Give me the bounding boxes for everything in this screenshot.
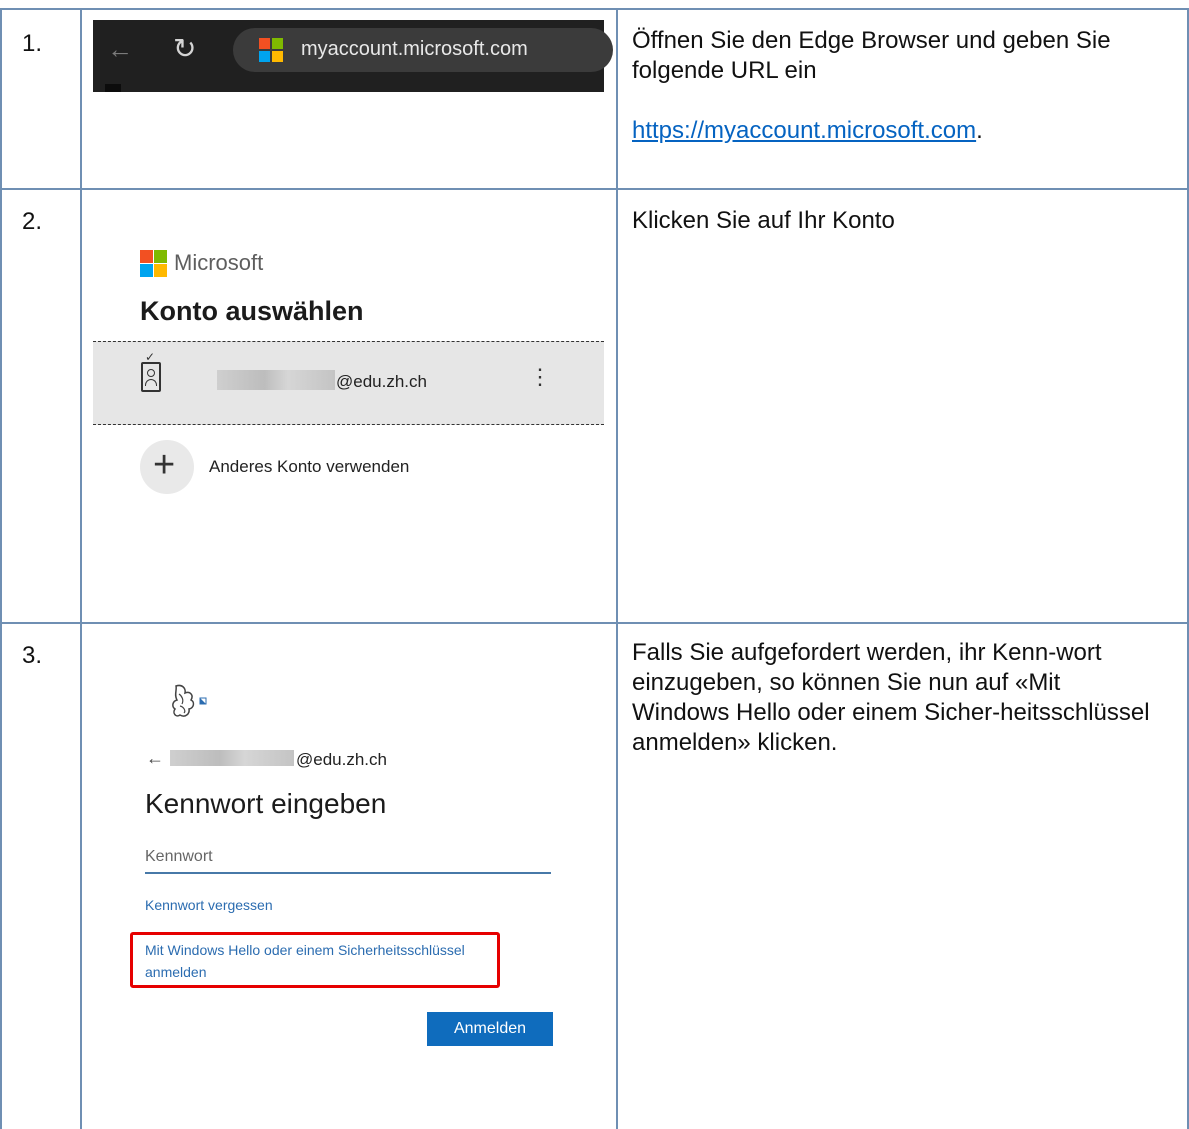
link-suffix: .	[976, 117, 983, 144]
redacted-username	[217, 370, 335, 390]
forgot-password-link[interactable]: Kennwort vergessen	[145, 897, 273, 913]
step-number: 1.	[22, 30, 43, 57]
url-text: myaccount.microsoft.com	[301, 38, 528, 60]
description-text: Klicken Sie auf Ihr Konto	[632, 207, 895, 234]
step-number: 2.	[22, 208, 43, 235]
table-row-divider-2	[0, 622, 1189, 624]
microsoft-logo-icon	[259, 38, 283, 62]
account-badge-icon	[141, 362, 161, 392]
account-email: @edu.zh.ch	[336, 372, 427, 391]
description-text: Falls Sie aufgefordert werden, ihr Kenn-…	[632, 639, 1150, 756]
more-options-icon[interactable]: ⋮	[529, 364, 551, 390]
microsoft-logo-icon	[140, 250, 167, 277]
redacted-username	[170, 750, 294, 766]
description-text: Öffnen Sie den Edge Browser und geben Si…	[632, 27, 1111, 84]
back-arrow-icon: ←	[107, 34, 133, 64]
reload-icon: ↻	[173, 33, 197, 64]
signin-button[interactable]: Anmelden	[427, 1012, 553, 1046]
page-title: Kennwort eingeben	[145, 788, 387, 819]
step-description: Falls Sie aufgefordert werden, ihr Kenn-…	[632, 638, 1152, 758]
step-description: Öffnen Sie den Edge Browser und geben Si…	[632, 26, 1162, 146]
table-row-divider-1	[0, 188, 1189, 190]
table-border-left	[0, 8, 2, 1129]
add-account-button[interactable]: +	[140, 440, 194, 494]
table-border-top	[0, 8, 1189, 10]
browser-address-bar: ← ↻ myaccount.microsoft.com	[93, 20, 613, 92]
microsoft-brand: Microsoft	[174, 250, 264, 275]
password-input[interactable]	[145, 842, 551, 874]
canton-crest-icon	[172, 684, 207, 717]
account-email: @edu.zh.ch	[296, 750, 387, 769]
description-link-line: https://myaccount.microsoft.com.	[632, 116, 1162, 146]
table-border-col2	[616, 8, 618, 1129]
step-number: 3.	[22, 642, 43, 669]
table-border-col1	[80, 8, 82, 1129]
plus-icon: +	[153, 444, 176, 486]
page-title: Konto auswählen	[140, 296, 364, 326]
step-description: Klicken Sie auf Ihr Konto	[632, 206, 1162, 236]
myaccount-link[interactable]: https://myaccount.microsoft.com	[632, 117, 976, 144]
url-field[interactable]: myaccount.microsoft.com	[233, 28, 613, 72]
tab-stub	[105, 84, 121, 92]
account-tile[interactable]: ✓ @edu.zh.ch ⋮	[93, 341, 604, 425]
back-arrow-icon[interactable]: ←	[146, 748, 164, 769]
add-account-label[interactable]: Anderes Konto verwenden	[209, 457, 409, 477]
windows-hello-link[interactable]: Mit Windows Hello oder einem Sicherheits…	[145, 939, 495, 983]
